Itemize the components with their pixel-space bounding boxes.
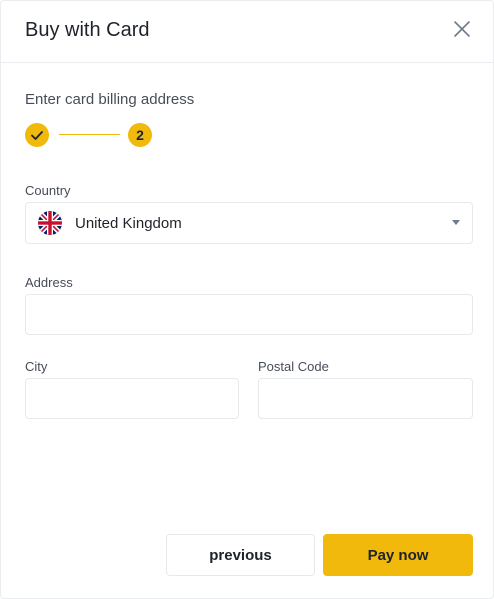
- city-label: City: [25, 359, 48, 374]
- postal-code-field-box: [258, 378, 473, 419]
- dialog-title: Buy with Card: [25, 19, 150, 41]
- city-field-box: [25, 378, 239, 419]
- country-select[interactable]: United Kingdom: [25, 202, 473, 244]
- postal-code-input[interactable]: [259, 379, 472, 418]
- postal-code-label: Postal Code: [258, 359, 329, 374]
- uk-flag-icon: [38, 211, 62, 235]
- caret-down-icon: [452, 220, 460, 225]
- check-icon: [31, 131, 43, 140]
- address-input[interactable]: [26, 295, 472, 334]
- dialog-header: Buy with Card: [1, 1, 494, 63]
- address-label: Address: [25, 275, 73, 290]
- pay-now-button[interactable]: Pay now: [323, 534, 473, 576]
- buy-with-card-dialog: Buy with Card Enter card billing address…: [0, 0, 494, 599]
- step-2-current: 2: [128, 123, 152, 147]
- close-icon[interactable]: [452, 19, 472, 39]
- country-value: United Kingdom: [75, 215, 182, 232]
- country-label: Country: [25, 183, 71, 198]
- previous-button[interactable]: previous: [166, 534, 315, 576]
- step-1-completed: [25, 123, 49, 147]
- billing-address-heading: Enter card billing address: [25, 91, 195, 108]
- address-field-box: [25, 294, 473, 335]
- step-connector: [59, 134, 120, 135]
- city-input[interactable]: [26, 379, 238, 418]
